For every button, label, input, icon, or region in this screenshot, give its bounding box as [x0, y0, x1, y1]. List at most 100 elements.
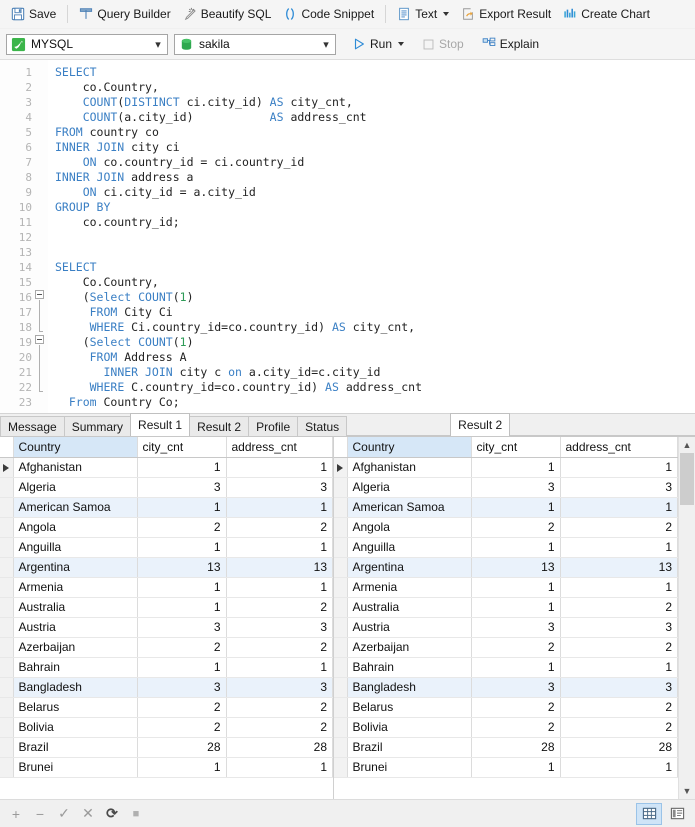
cell-address-cnt[interactable]: 2	[560, 517, 678, 537]
cell-country[interactable]: Argentina	[347, 557, 471, 577]
create-chart-button[interactable]: Create Chart	[557, 3, 656, 25]
cell-country[interactable]: Anguilla	[13, 537, 137, 557]
cell-city-cnt[interactable]: 1	[471, 757, 560, 777]
vertical-scrollbar[interactable]: ▲ ▼	[678, 437, 695, 799]
tab-result-1[interactable]: Result 1	[130, 413, 190, 436]
cell-city-cnt[interactable]: 2	[471, 517, 560, 537]
cell-city-cnt[interactable]: 1	[137, 537, 226, 557]
table-row[interactable]: Argentina1313	[0, 557, 333, 577]
run-button[interactable]: Run	[346, 33, 410, 55]
row-selector-cell[interactable]	[334, 657, 347, 677]
row-selector-cell[interactable]	[334, 497, 347, 517]
cell-city-cnt[interactable]: 2	[471, 637, 560, 657]
table-row[interactable]: Bahrain11	[0, 657, 333, 677]
cell-country[interactable]: Anguilla	[347, 537, 471, 557]
scroll-up-arrow-icon[interactable]: ▲	[679, 437, 695, 453]
table-row[interactable]: Brunei11	[334, 757, 678, 777]
cell-city-cnt[interactable]: 3	[471, 617, 560, 637]
table-row[interactable]: Armenia11	[334, 577, 678, 597]
tab-result-2[interactable]: Result 2	[189, 416, 249, 436]
row-selector-cell[interactable]	[0, 457, 13, 477]
tab-summary[interactable]: Summary	[64, 416, 131, 436]
cell-city-cnt[interactable]: 1	[471, 597, 560, 617]
cancel-button[interactable]: ✕	[77, 803, 99, 824]
row-selector-cell[interactable]	[334, 677, 347, 697]
table-row[interactable]: Algeria33	[334, 477, 678, 497]
tab-profile[interactable]: Profile	[248, 416, 298, 436]
column-header-country[interactable]: Country	[13, 437, 137, 457]
row-selector-cell[interactable]	[334, 597, 347, 617]
cell-address-cnt[interactable]: 2	[226, 697, 333, 717]
cell-city-cnt[interactable]: 1	[471, 497, 560, 517]
row-selector-cell[interactable]	[0, 597, 13, 617]
cell-address-cnt[interactable]: 3	[560, 677, 678, 697]
cell-city-cnt[interactable]: 1	[137, 657, 226, 677]
cell-city-cnt[interactable]: 2	[471, 717, 560, 737]
cell-country[interactable]: Bahrain	[13, 657, 137, 677]
cell-city-cnt[interactable]: 1	[471, 537, 560, 557]
cell-address-cnt[interactable]: 1	[560, 537, 678, 557]
table-row[interactable]: Anguilla11	[0, 537, 333, 557]
cell-city-cnt[interactable]: 28	[471, 737, 560, 757]
sql-editor[interactable]: 1234567891011121314151617181920212223 SE…	[0, 60, 695, 414]
table-row[interactable]: Austria33	[334, 617, 678, 637]
cell-city-cnt[interactable]: 28	[137, 737, 226, 757]
table-row[interactable]: Bolivia22	[334, 717, 678, 737]
query-builder-button[interactable]: Query Builder	[73, 3, 176, 25]
cell-country[interactable]: Azerbaijan	[13, 637, 137, 657]
cell-city-cnt[interactable]: 2	[137, 637, 226, 657]
row-selector-cell[interactable]	[334, 697, 347, 717]
cell-address-cnt[interactable]: 1	[560, 497, 678, 517]
cell-address-cnt[interactable]: 1	[560, 657, 678, 677]
cell-address-cnt[interactable]: 1	[226, 537, 333, 557]
cell-country[interactable]: American Samoa	[13, 497, 137, 517]
row-selector-cell[interactable]	[334, 577, 347, 597]
cell-country[interactable]: Afghanistan	[13, 457, 137, 477]
row-selector-cell[interactable]	[0, 677, 13, 697]
row-selector-cell[interactable]	[0, 657, 13, 677]
column-header-city-cnt[interactable]: city_cnt	[471, 437, 560, 457]
cell-country[interactable]: Austria	[347, 617, 471, 637]
table-row[interactable]: Brunei11	[0, 757, 333, 777]
cell-city-cnt[interactable]: 3	[137, 617, 226, 637]
chevron-down-icon[interactable]	[443, 12, 449, 16]
explain-button[interactable]: Explain	[476, 33, 545, 55]
cell-country[interactable]: Austria	[13, 617, 137, 637]
cell-country[interactable]: Belarus	[13, 697, 137, 717]
row-selector-cell[interactable]	[334, 477, 347, 497]
table-row[interactable]: Azerbaijan22	[334, 637, 678, 657]
column-header-address-cnt[interactable]: address_cnt	[560, 437, 678, 457]
cell-country[interactable]: Bahrain	[347, 657, 471, 677]
row-selector-cell[interactable]	[334, 637, 347, 657]
stop-button[interactable]: ■	[125, 803, 147, 824]
row-selector-cell[interactable]	[0, 697, 13, 717]
connection-select[interactable]: MYSQL ▾	[6, 34, 168, 55]
cell-address-cnt[interactable]: 13	[560, 557, 678, 577]
table-row[interactable]: Brazil2828	[0, 737, 333, 757]
row-selector-cell[interactable]	[334, 557, 347, 577]
table-row[interactable]: Algeria33	[0, 477, 333, 497]
table-row[interactable]: Angola22	[334, 517, 678, 537]
tab-status[interactable]: Status	[297, 416, 347, 436]
table-row[interactable]: Argentina1313	[334, 557, 678, 577]
table-row[interactable]: American Samoa11	[0, 497, 333, 517]
cell-city-cnt[interactable]: 1	[137, 757, 226, 777]
cell-address-cnt[interactable]: 1	[226, 457, 333, 477]
column-header-address-cnt[interactable]: address_cnt	[226, 437, 333, 457]
table-row[interactable]: Angola22	[0, 517, 333, 537]
cell-city-cnt[interactable]: 13	[137, 557, 226, 577]
cell-city-cnt[interactable]: 3	[137, 677, 226, 697]
cell-address-cnt[interactable]: 2	[560, 697, 678, 717]
row-selector-cell[interactable]	[334, 757, 347, 777]
cell-address-cnt[interactable]: 3	[560, 617, 678, 637]
cell-country[interactable]: Angola	[347, 517, 471, 537]
cell-country[interactable]: Brunei	[347, 757, 471, 777]
sql-code-text[interactable]: SELECT co.Country, COUNT(DISTINCT ci.cit…	[48, 60, 695, 413]
add-row-button[interactable]: +	[5, 803, 27, 824]
row-selector-cell[interactable]	[0, 497, 13, 517]
cell-city-cnt[interactable]: 2	[137, 717, 226, 737]
row-selector-cell[interactable]	[334, 517, 347, 537]
row-selector-cell[interactable]	[334, 717, 347, 737]
remove-row-button[interactable]: −	[29, 803, 51, 824]
table-row[interactable]: Bolivia22	[0, 717, 333, 737]
